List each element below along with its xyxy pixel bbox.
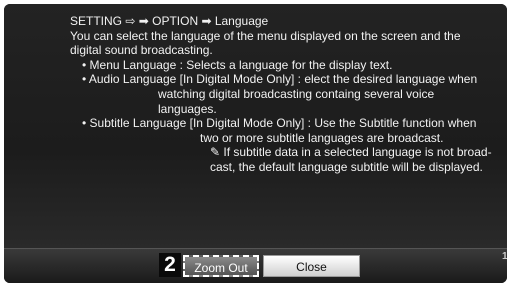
page-indicator: 1/ [502, 251, 507, 262]
bullet-menu-language: • Menu Language : Selects a language for… [82, 57, 393, 72]
bullet-subtitle-language: • Subtitle Language [In Digital Mode Onl… [82, 116, 477, 131]
help-text-line: watching digital broadcasting containg s… [158, 86, 435, 101]
menu-path: SETTING ⇨ ➡ OPTION ➡ Language [70, 14, 269, 28]
step-number-badge: 2 [159, 253, 181, 277]
help-text-line: You can select the language of the menu … [70, 28, 461, 43]
help-panel: SETTING ⇨ ➡ OPTION ➡ Language You can se… [4, 4, 507, 249]
note-line: ✎ If subtitle data in a selected languag… [210, 145, 492, 160]
bullet-audio-language: • Audio Language [In Digital Mode Only] … [82, 72, 478, 87]
note-line: cast, the default language subtitle will… [210, 159, 483, 174]
help-text-line: languages. [158, 101, 217, 116]
help-content: SETTING ⇨ ➡ OPTION ➡ Language You can se… [70, 14, 500, 175]
help-text-line: two or more subtitle languages are broad… [200, 130, 444, 145]
close-button[interactable]: Close [263, 255, 360, 277]
help-text-line: digital sound broadcasting. [70, 43, 213, 58]
tv-screen: SETTING ⇨ ➡ OPTION ➡ Language You can se… [4, 4, 507, 283]
zoom-out-button[interactable]: Zoom Out [183, 255, 259, 277]
